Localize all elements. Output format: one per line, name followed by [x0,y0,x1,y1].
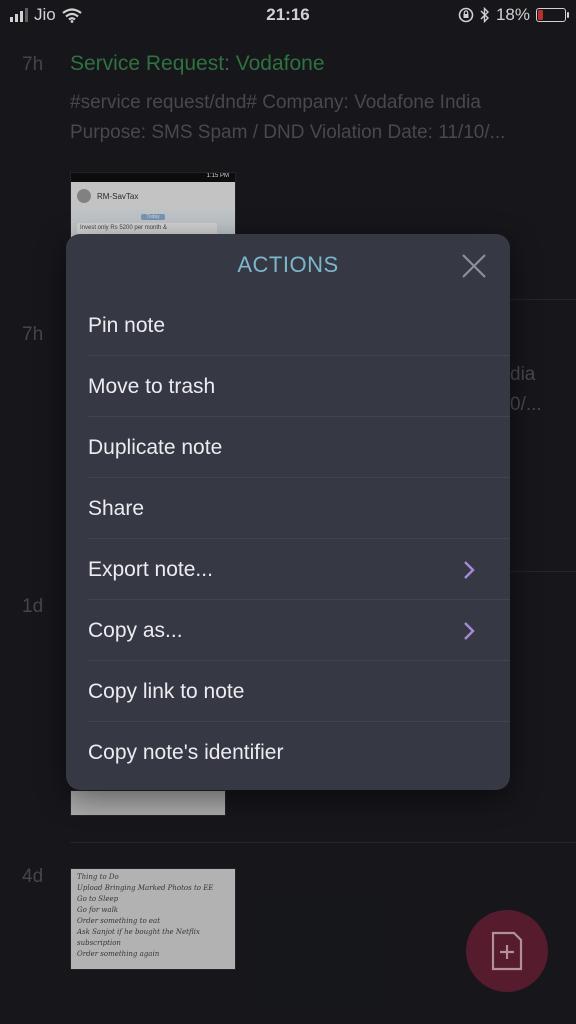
actions-list: Pin note Move to trash Duplicate note Sh… [66,295,510,783]
export-note-item[interactable]: Export note... [66,539,510,600]
actions-header: ACTIONS [66,234,510,294]
chevron-right-icon [464,622,475,640]
action-label: Export note... [88,557,213,581]
copy-link-item[interactable]: Copy link to note [66,661,510,722]
action-label: Pin note [88,313,166,337]
duplicate-note-item[interactable]: Duplicate note [66,417,510,478]
action-label: Copy as... [88,618,183,642]
copy-identifier-item[interactable]: Copy note's identifier [66,722,510,783]
action-label: Copy note's identifier [88,740,284,764]
copy-as-item[interactable]: Copy as... [66,600,510,661]
actions-title: ACTIONS [237,252,339,277]
action-label: Move to trash [88,374,216,398]
action-label: Share [88,496,145,520]
chevron-right-icon [464,561,475,579]
move-to-trash-item[interactable]: Move to trash [66,356,510,417]
share-item[interactable]: Share [66,478,510,539]
pin-note-item[interactable]: Pin note [66,295,510,356]
close-icon[interactable] [460,252,488,280]
action-label: Duplicate note [88,435,223,459]
actions-dialog: ACTIONS Pin note Move to trash Duplicate… [66,234,510,790]
action-label: Copy link to note [88,679,245,703]
